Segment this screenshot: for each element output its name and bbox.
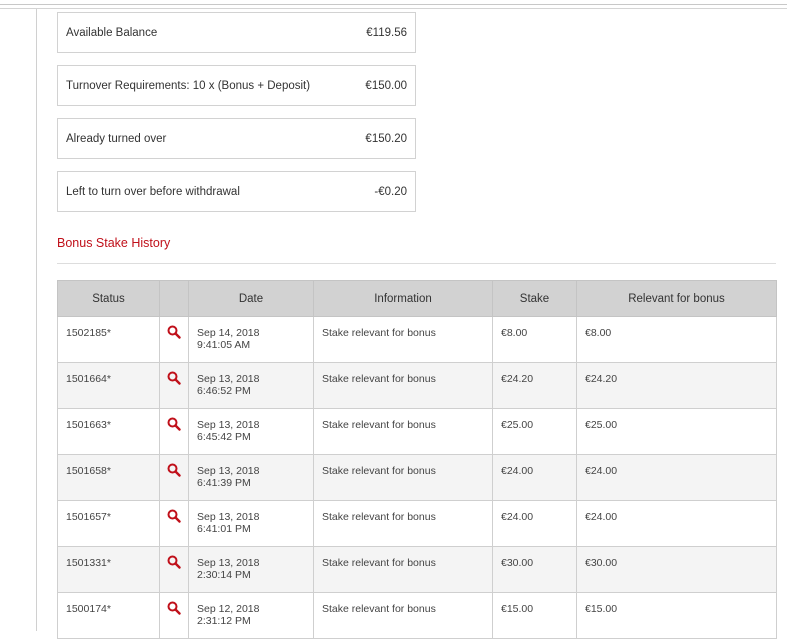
- stake-cell: €15.00: [492, 592, 577, 639]
- search-icon[interactable]: [167, 417, 181, 431]
- table-header-row: Status Date Information Stake Relevant f…: [57, 280, 777, 317]
- date-text: Sep 14, 2018: [197, 327, 260, 339]
- time-text: 9:41:05 AM: [197, 339, 251, 351]
- time-text: 6:46:52 PM: [197, 385, 251, 397]
- search-icon[interactable]: [167, 325, 181, 339]
- details-cell: [159, 592, 189, 639]
- left-divider: [36, 9, 37, 631]
- time-text: 2:30:14 PM: [197, 569, 251, 581]
- information-cell: Stake relevant for bonus: [313, 454, 493, 501]
- date-cell: Sep 14, 2018 9:41:05 AM: [188, 316, 314, 363]
- status-cell: 1501331*: [57, 546, 160, 593]
- date-cell: Sep 13, 2018 2:30:14 PM: [188, 546, 314, 593]
- search-icon[interactable]: [167, 555, 181, 569]
- date-text: Sep 13, 2018: [197, 465, 260, 477]
- information-cell: Stake relevant for bonus: [313, 592, 493, 639]
- status-cell: 1501658*: [57, 454, 160, 501]
- date-text: Sep 13, 2018: [197, 373, 260, 385]
- column-header-stake[interactable]: Stake: [492, 280, 577, 317]
- details-cell: [159, 408, 189, 455]
- information-cell: Stake relevant for bonus: [313, 316, 493, 363]
- bonus-stake-history-title: Bonus Stake History: [57, 236, 171, 250]
- section-divider: [57, 263, 776, 264]
- time-text: 2:31:12 PM: [197, 615, 251, 627]
- status-cell: 1500174*: [57, 592, 160, 639]
- search-icon[interactable]: [167, 601, 181, 615]
- time-text: 6:41:01 PM: [197, 523, 251, 535]
- details-cell: [159, 454, 189, 501]
- summary-label: Already turned over: [66, 132, 167, 145]
- bonus-stake-history-table: Status Date Information Stake Relevant f…: [57, 280, 777, 639]
- time-text: 6:41:39 PM: [197, 477, 251, 489]
- search-icon[interactable]: [167, 509, 181, 523]
- details-cell: [159, 546, 189, 593]
- relevant-cell: €24.00: [576, 500, 777, 547]
- table-row: 1501664* Sep 13, 2018 6:46:52 PM Stake r…: [57, 362, 777, 409]
- summary-label: Turnover Requirements: 10 x (Bonus + Dep…: [66, 79, 311, 92]
- date-cell: Sep 13, 2018 6:41:39 PM: [188, 454, 314, 501]
- date-text: Sep 13, 2018: [197, 511, 260, 523]
- date-cell: Sep 13, 2018 6:41:01 PM: [188, 500, 314, 547]
- summary-label: Left to turn over before withdrawal: [66, 185, 240, 198]
- status-cell: 1501664*: [57, 362, 160, 409]
- top-divider: [0, 4, 787, 5]
- stake-cell: €24.20: [492, 362, 577, 409]
- details-cell: [159, 362, 189, 409]
- time-text: 6:45:42 PM: [197, 431, 251, 443]
- summary-value: €150.20: [365, 132, 407, 145]
- bonus-summary: Available Balance €119.56 Turnover Requi…: [57, 12, 416, 224]
- summary-available-balance: Available Balance €119.56: [57, 12, 416, 53]
- details-cell: [159, 500, 189, 547]
- information-cell: Stake relevant for bonus: [313, 362, 493, 409]
- date-cell: Sep 13, 2018 6:46:52 PM: [188, 362, 314, 409]
- date-cell: Sep 13, 2018 6:45:42 PM: [188, 408, 314, 455]
- summary-turnover-requirements: Turnover Requirements: 10 x (Bonus + Dep…: [57, 65, 416, 106]
- table-row: 1501657* Sep 13, 2018 6:41:01 PM Stake r…: [57, 500, 777, 547]
- information-cell: Stake relevant for bonus: [313, 408, 493, 455]
- stake-cell: €25.00: [492, 408, 577, 455]
- table-row: 1502185* Sep 14, 2018 9:41:05 AM Stake r…: [57, 316, 777, 363]
- date-text: Sep 12, 2018: [197, 603, 260, 615]
- relevant-cell: €30.00: [576, 546, 777, 593]
- status-cell: 1501663*: [57, 408, 160, 455]
- table-row: 1501331* Sep 13, 2018 2:30:14 PM Stake r…: [57, 546, 777, 593]
- summary-already-turned-over: Already turned over €150.20: [57, 118, 416, 159]
- stake-cell: €30.00: [492, 546, 577, 593]
- table-row: 1501658* Sep 13, 2018 6:41:39 PM Stake r…: [57, 454, 777, 501]
- stake-cell: €24.00: [492, 454, 577, 501]
- table-row: 1500174* Sep 12, 2018 2:31:12 PM Stake r…: [57, 592, 777, 639]
- search-icon[interactable]: [167, 371, 181, 385]
- stake-cell: €8.00: [492, 316, 577, 363]
- column-header-relevant-for-bonus[interactable]: Relevant for bonus: [576, 280, 777, 317]
- column-header-status[interactable]: Status: [57, 280, 160, 317]
- relevant-cell: €24.00: [576, 454, 777, 501]
- table-row: 1501663* Sep 13, 2018 6:45:42 PM Stake r…: [57, 408, 777, 455]
- information-cell: Stake relevant for bonus: [313, 500, 493, 547]
- column-header-information[interactable]: Information: [313, 280, 493, 317]
- relevant-cell: €8.00: [576, 316, 777, 363]
- details-cell: [159, 316, 189, 363]
- status-cell: 1502185*: [57, 316, 160, 363]
- summary-left-to-turn-over: Left to turn over before withdrawal -€0.…: [57, 171, 416, 212]
- column-header-date[interactable]: Date: [188, 280, 314, 317]
- summary-value: €119.56: [366, 26, 407, 39]
- summary-value: -€0.20: [374, 185, 407, 198]
- relevant-cell: €25.00: [576, 408, 777, 455]
- date-cell: Sep 12, 2018 2:31:12 PM: [188, 592, 314, 639]
- summary-label: Available Balance: [66, 26, 158, 39]
- relevant-cell: €24.20: [576, 362, 777, 409]
- date-text: Sep 13, 2018: [197, 419, 260, 431]
- top-divider-inner: [0, 8, 787, 9]
- search-icon[interactable]: [167, 463, 181, 477]
- column-header-details: [159, 280, 189, 317]
- date-text: Sep 13, 2018: [197, 557, 260, 569]
- summary-value: €150.00: [365, 79, 407, 92]
- information-cell: Stake relevant for bonus: [313, 546, 493, 593]
- status-cell: 1501657*: [57, 500, 160, 547]
- relevant-cell: €15.00: [576, 592, 777, 639]
- stake-cell: €24.00: [492, 500, 577, 547]
